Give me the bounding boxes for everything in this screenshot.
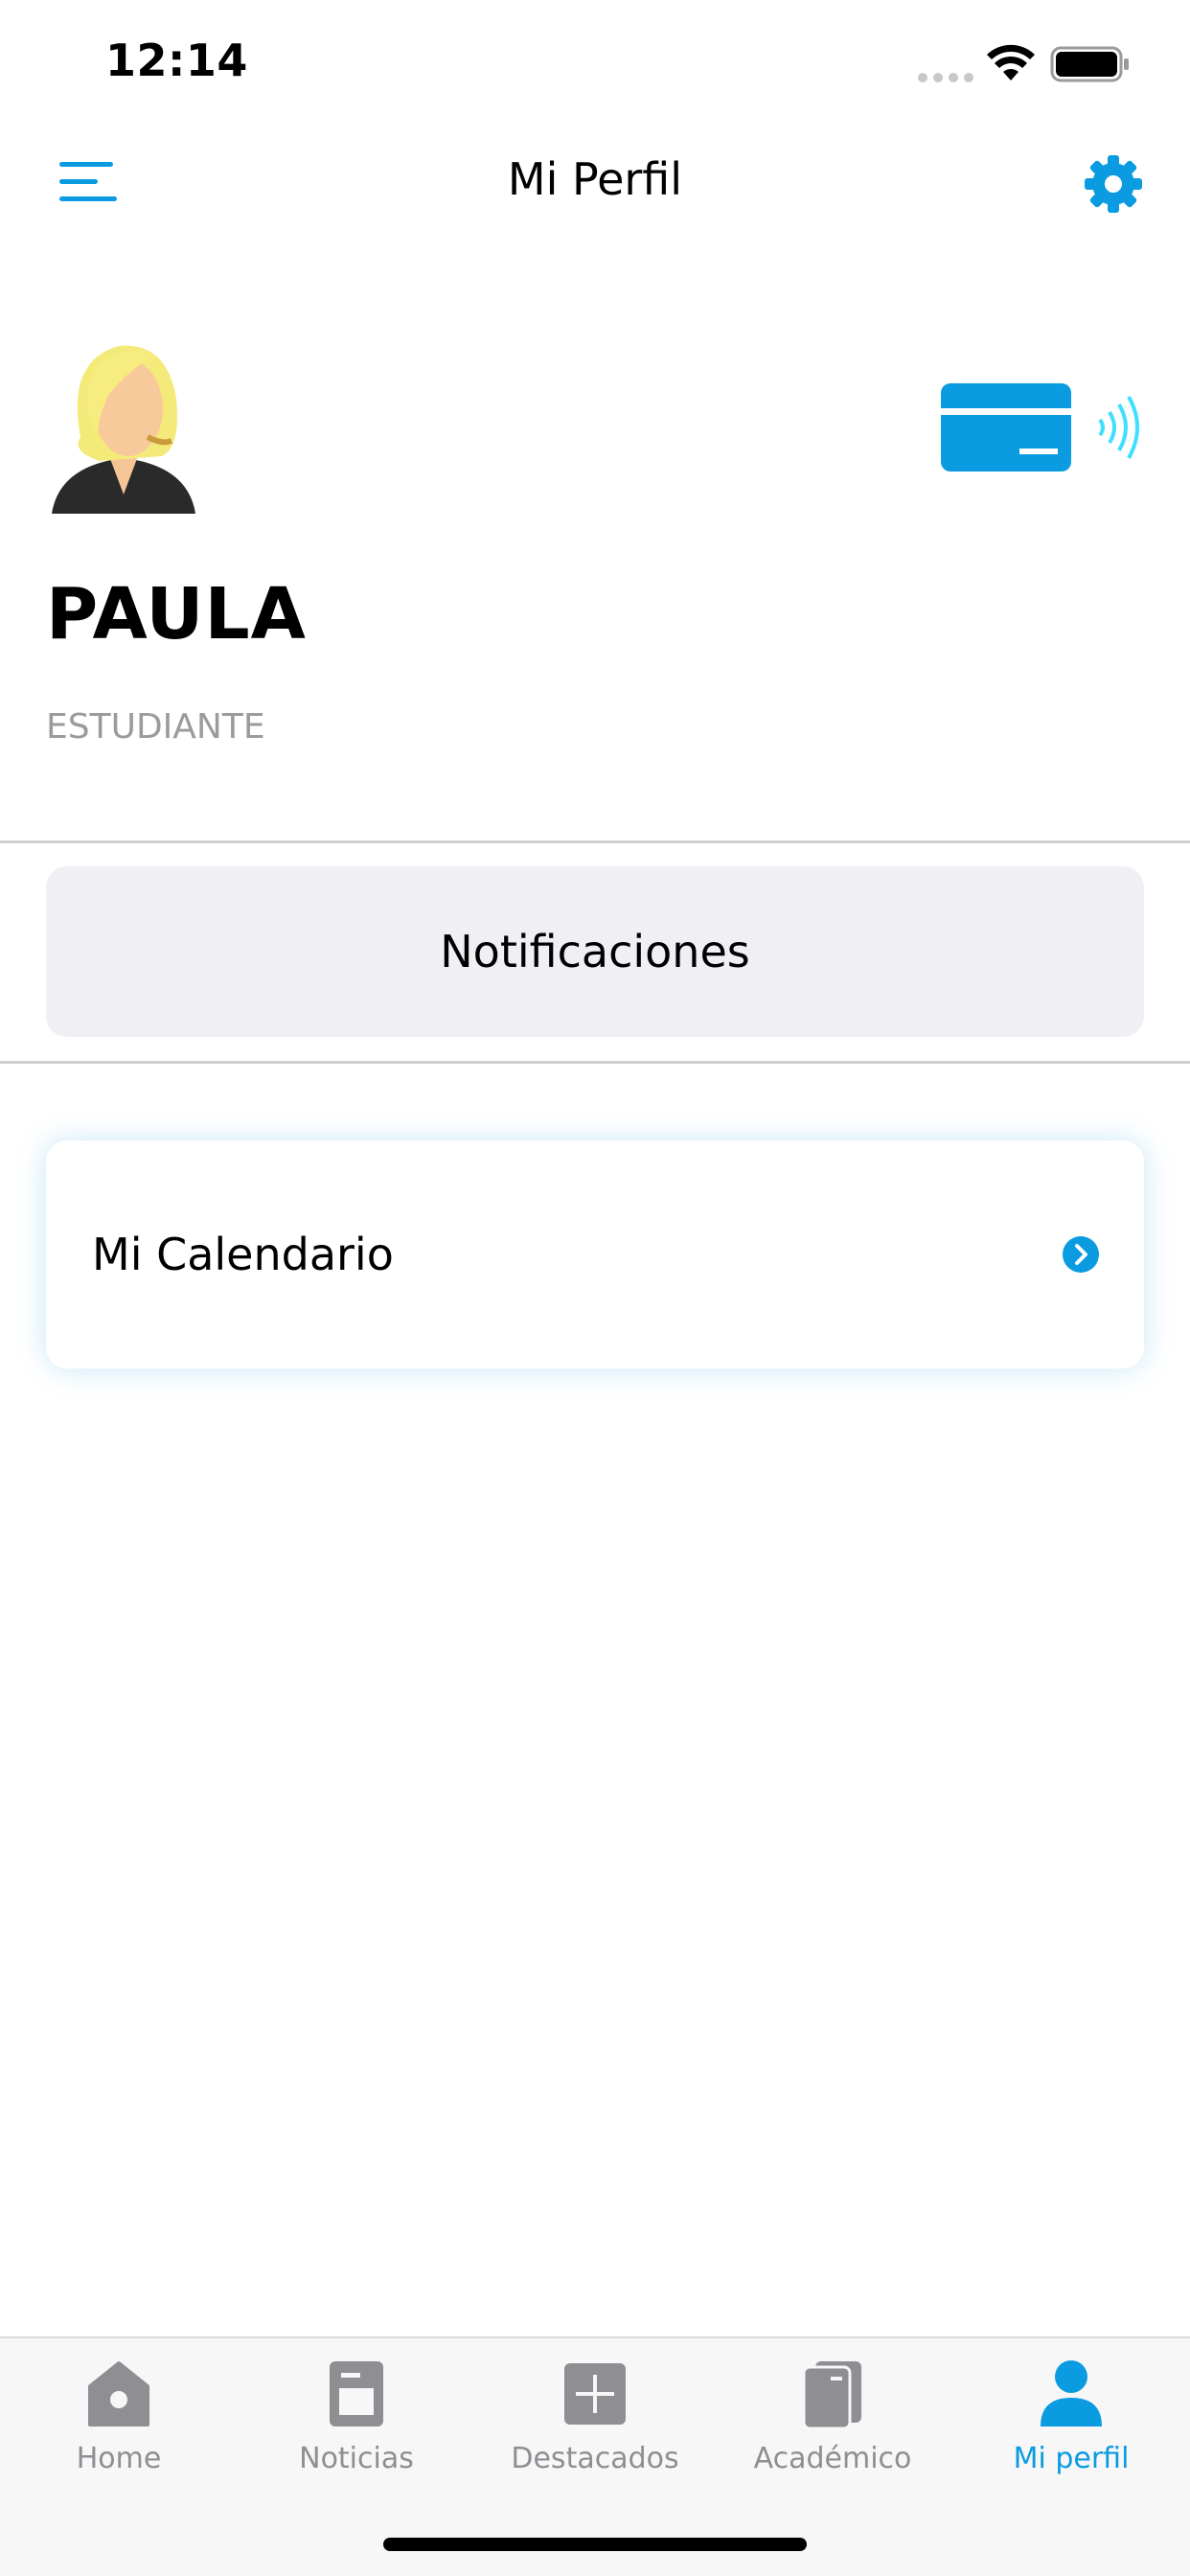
tab-label: Destacados [511, 2442, 679, 2475]
battery-icon [1050, 46, 1129, 82]
avatar [52, 345, 195, 514]
home-indicator [383, 2538, 807, 2551]
tab-label: Home [76, 2442, 162, 2475]
status-time: 12:14 [105, 34, 248, 86]
tab-label: Académico [753, 2442, 912, 2475]
profile-name: PAULA [46, 573, 307, 656]
tab-noticias[interactable]: Noticias [238, 2358, 475, 2501]
gear-icon[interactable] [1083, 153, 1144, 215]
book-icon [802, 2361, 861, 2430]
tab-mi-perfil[interactable]: Mi perfil [952, 2358, 1190, 2501]
tab-destacados[interactable]: Destacados [476, 2358, 714, 2501]
wifi-icon [987, 44, 1035, 80]
page-title: Mi Perfil [507, 153, 683, 205]
tab-academico[interactable]: Académico [714, 2358, 951, 2501]
tab-label: Noticias [299, 2442, 414, 2475]
status-bar: 12:14 [0, 0, 1190, 134]
user-icon [1041, 2360, 1102, 2426]
plus-square-icon [564, 2363, 626, 2425]
tab-home[interactable]: Home [0, 2358, 238, 2501]
nav-bar: Mi Perfil [0, 134, 1190, 230]
home-icon [88, 2361, 149, 2426]
calendar-label: Mi Calendario [92, 1229, 394, 1280]
cellular-signal-icon [918, 73, 973, 82]
divider [0, 1061, 1190, 1064]
notifications-button[interactable]: Notificaciones [46, 866, 1144, 1037]
news-icon [330, 2361, 383, 2426]
divider [0, 840, 1190, 843]
contactless-card-icon[interactable] [939, 381, 1150, 477]
profile-role: ESTUDIANTE [46, 707, 265, 747]
chevron-right-circle-icon [1063, 1236, 1099, 1273]
tab-label: Mi perfil [1013, 2442, 1130, 2475]
calendar-card[interactable]: Mi Calendario [46, 1140, 1144, 1368]
